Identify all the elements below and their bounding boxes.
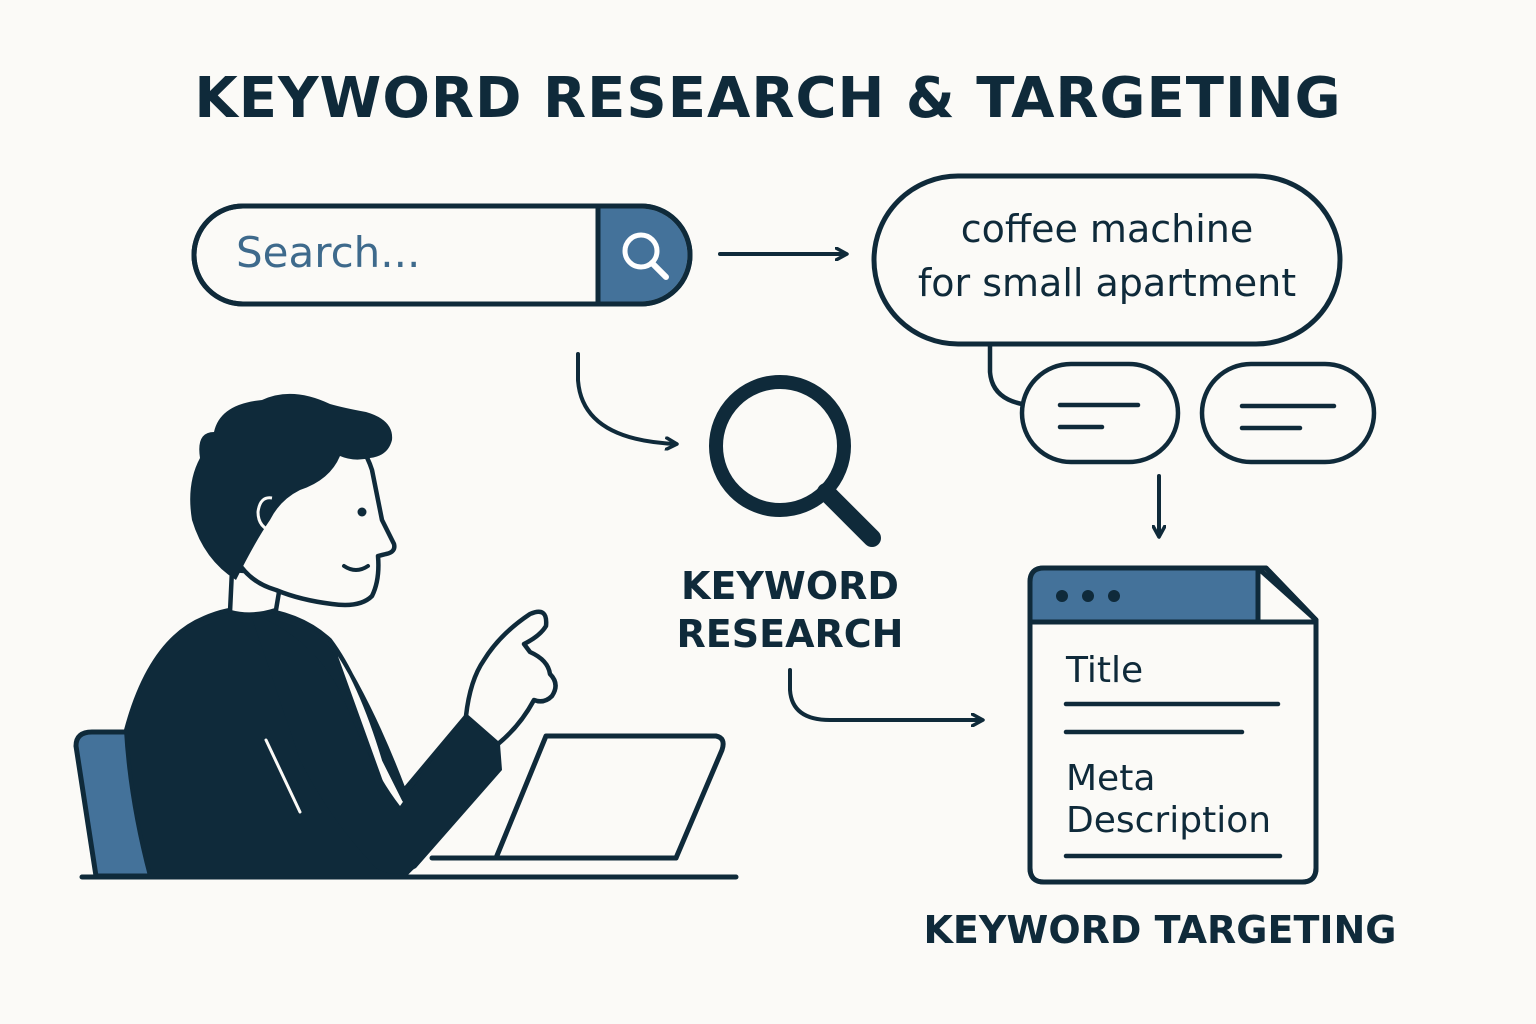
magnifier-icon	[709, 375, 881, 547]
query-line-1: coffee machine	[960, 207, 1254, 251]
arrow-research-to-targeting	[788, 668, 982, 720]
person-illustration	[73, 393, 739, 880]
laptop	[493, 733, 726, 861]
document-meta-line-2: Description	[1066, 800, 1272, 841]
document-title-label: Title	[1066, 650, 1144, 691]
result-bubble-2	[1199, 361, 1377, 465]
keyword-research-line-1: KEYWORD	[681, 564, 899, 608]
query-text: coffee machine for small apartment	[876, 202, 1338, 310]
arrow-to-research	[576, 352, 676, 444]
query-line-2: for small apartment	[917, 261, 1297, 305]
page-title: KEYWORD RESEARCH & TARGETING	[194, 66, 1342, 131]
search-input[interactable]: Search...	[236, 228, 420, 277]
window-dots	[1056, 590, 1120, 602]
document-meta-label: Meta Description	[1066, 758, 1271, 842]
keyword-research-label: KEYWORD RESEARCH	[640, 562, 940, 658]
document-meta-line-1: Meta	[1066, 758, 1156, 799]
keyword-targeting-label: KEYWORD TARGETING	[923, 908, 1397, 952]
result-bubble-1	[1019, 361, 1181, 465]
keyword-research-line-2: RESEARCH	[676, 612, 904, 656]
hand	[463, 609, 558, 747]
